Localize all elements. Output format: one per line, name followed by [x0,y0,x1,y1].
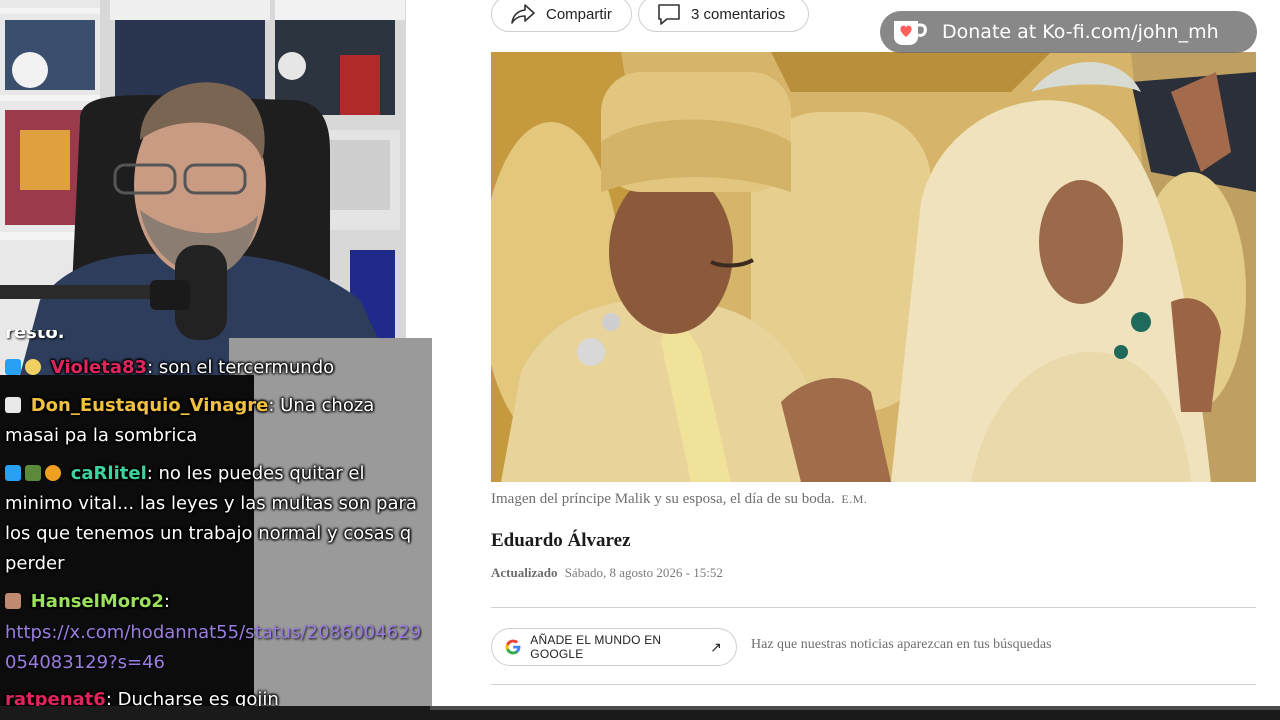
chat-message: HanselMoro2: [5,587,431,617]
avatar-icon [5,397,21,413]
speech-bubble-icon [658,4,680,25]
chat-text: : son el tercermundo [147,357,335,378]
chat-username: Don_Eustaquio_Vinagre [30,395,269,416]
donate-text: Donate at Ko-fi.com/john_mh [942,21,1219,43]
chat-text: : no les puedes quitar el minimo vital..… [5,463,417,574]
comments-button-label: 3 comentarios [691,5,786,23]
webcam-feed [0,0,406,375]
chat-message: ratpenat6: Ducharse es gojin [5,685,431,706]
chat-username: Violeta83 [50,357,148,378]
caption-credit: E.M. [841,492,868,506]
add-google-source-button[interactable]: AÑADE EL MUNDO EN GOOGLE ↗ [491,628,737,666]
share-arrow-icon [511,4,535,24]
kofi-cup-icon [892,17,928,47]
chat-message: https://x.com/hodannat55/status/20860046… [5,618,431,678]
badge-icon [5,359,21,375]
donate-banner: Donate at Ko-fi.com/john_mh [880,11,1257,53]
add-google-source-label: AÑADE EL MUNDO EN GOOGLE [530,633,662,661]
chat-message: Violeta83: son el tercermundo [5,353,431,383]
badge-icon [25,359,41,375]
arrow-up-right-icon: ↗ [710,638,722,655]
chat-text: : Ducharse es gojin [105,689,279,706]
chat-fragment: resto. [5,330,65,343]
chat-message: caRlitel: no les puedes quitar el minimo… [5,459,431,579]
badge-icon [5,465,21,481]
article-panel: Compartir 3 comentarios Imagen del prínc… [430,0,1280,720]
updated-timestamp: Actualizado Sábado, 8 agosto 2026 - 15:5… [491,565,723,581]
badge-icon [45,465,61,481]
chat-username: ratpenat6 [5,689,106,706]
chat-overlay: resto. Violeta83: son el tercermundo Don… [0,330,432,706]
chat-link[interactable]: https://x.com/hodannat55/status/20860046… [5,622,421,673]
share-button-label: Compartir [546,5,612,23]
google-g-icon [505,639,521,655]
chat-username: HanselMoro2 [30,591,164,612]
comments-button[interactable]: 3 comentarios [638,0,809,32]
badge-icon [25,465,41,481]
avatar-icon [5,593,21,609]
caption-text: Imagen del príncipe Malik y su esposa, e… [491,491,835,507]
bottom-bar [0,706,1280,720]
google-hint-text: Haz que nuestras noticias aparezcan en t… [751,637,1052,652]
divider [491,607,1256,608]
author-name[interactable]: Eduardo Álvarez [491,530,631,552]
image-caption: Imagen del príncipe Malik y su esposa, e… [491,491,1256,508]
updated-label: Actualizado [491,565,558,580]
chat-username: caRlitel [70,463,147,484]
article-hero-image [491,52,1256,482]
share-button[interactable]: Compartir [491,0,632,32]
updated-value: Sábado, 8 agosto 2026 - 15:52 [564,565,723,580]
divider [491,684,1256,685]
chat-message: Don_Eustaquio_Vinagre: Una choza masai p… [5,391,431,451]
chat-text: : [163,591,170,612]
